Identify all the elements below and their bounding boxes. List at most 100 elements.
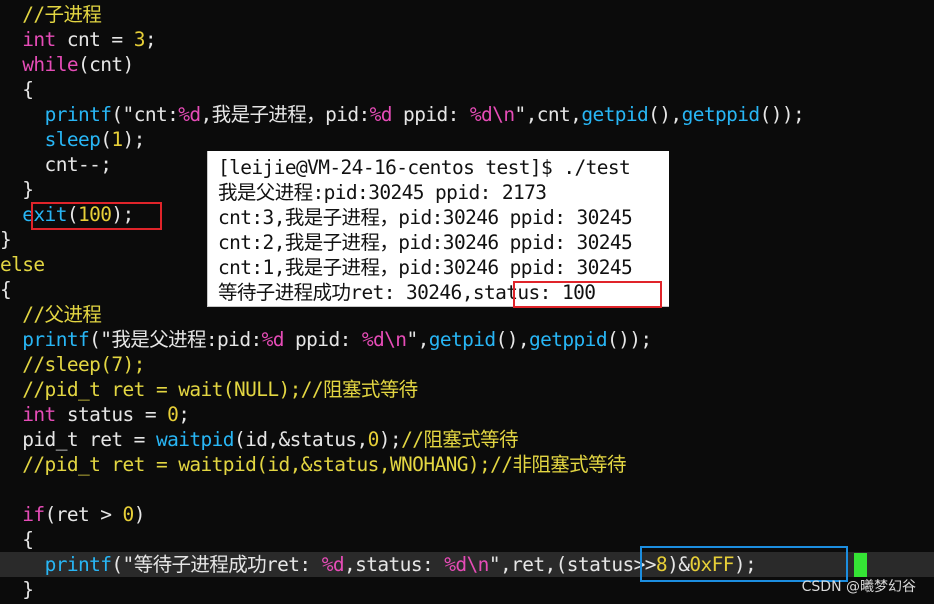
format-spec: %d — [178, 103, 201, 126]
code-line: while(cnt) — [0, 52, 134, 77]
text-cursor — [854, 553, 867, 577]
code-line: { — [0, 277, 12, 302]
function-printf: printf — [44, 103, 112, 126]
code-line: printf("我是父进程:pid:%d ppid: %d\n",getpid(… — [0, 327, 652, 352]
code-line: } — [0, 227, 12, 252]
terminal-line: cnt:3,我是子进程，pid:30246 ppid: 30245 — [218, 206, 633, 229]
code-text: (), — [495, 328, 530, 351]
code-text: ) — [133, 503, 146, 526]
code-text: cnt = — [55, 28, 134, 51]
number-literal: 3 — [133, 28, 146, 51]
code-text: cnt--; — [0, 153, 112, 176]
code-text: { — [0, 278, 12, 301]
code-line: printf("cnt:%d,我是子进程，pid:%d ppid: %d\n",… — [0, 102, 805, 127]
number-literal: 1 — [111, 128, 123, 151]
string-text: ,status: — [343, 553, 445, 576]
string-text: cnt: — [133, 103, 179, 126]
code-line: pid_t ret = waitpid(id,&status,0);//阻塞式等… — [0, 427, 518, 452]
comment-text: //阻塞式等待 — [401, 428, 518, 451]
code-line: sleep(1); — [0, 127, 146, 152]
string-text: ,我是子进程，pid: — [200, 103, 371, 126]
code-text: { — [0, 78, 34, 101]
string-text: ppid: — [283, 328, 362, 351]
code-text: ( — [100, 128, 112, 151]
code-text: (" — [111, 553, 134, 576]
code-text: ; — [144, 28, 157, 51]
code-text: (cnt) — [77, 53, 134, 76]
code-text: (), — [648, 103, 682, 126]
comment-text: //pid_t ret = waitpid(id,&status,WNOHANG… — [0, 453, 626, 476]
format-spec: %d — [321, 553, 345, 576]
code-text: status = — [55, 403, 168, 426]
code-text: ",ret, — [488, 553, 556, 576]
code-line: //子进程 — [0, 2, 102, 27]
function-printf: printf — [44, 553, 112, 576]
code-line: } — [0, 577, 34, 602]
code-line: int cnt = 3; — [0, 27, 156, 52]
code-line: { — [0, 527, 34, 552]
string-text: 我是父进程:pid: — [111, 328, 262, 351]
keyword-while: while — [22, 53, 78, 76]
highlight-box-status-output — [513, 281, 662, 308]
terminal-text: 等待子进程成功ret: 30246, — [218, 281, 473, 304]
code-line: { — [0, 77, 34, 102]
code-text: (" — [89, 328, 112, 351]
code-text: ", — [406, 328, 429, 351]
keyword-if: if — [22, 503, 45, 526]
code-text: ; — [178, 403, 190, 426]
format-spec: %d\n — [469, 103, 515, 126]
comment-text: //父进程 — [0, 303, 102, 326]
code-line: //pid_t ret = wait(NULL);//阻塞式等待 — [0, 377, 418, 402]
terminal-line: 我是父进程:pid:30245 ppid: 2173 — [218, 181, 547, 204]
number-literal: 0 — [167, 403, 179, 426]
code-line: } — [0, 177, 34, 202]
code-text: ",cnt, — [514, 103, 582, 126]
format-spec: %d — [369, 103, 393, 126]
terminal-line: [leijie@VM-24-16-centos test]$ ./test — [218, 156, 631, 179]
function-getpid: getpid — [581, 103, 649, 126]
code-line: //pid_t ret = waitpid(id,&status,WNOHANG… — [0, 452, 626, 477]
code-line: //sleep(7); — [0, 352, 145, 377]
format-spec: %d\n — [444, 553, 489, 576]
string-text: 等待子进程成功ret: — [133, 553, 322, 576]
terminal-line: cnt:2,我是子进程，pid:30246 ppid: 30245 — [218, 231, 633, 254]
string-text: ppid: — [391, 103, 470, 126]
format-spec: %d\n — [361, 328, 407, 351]
code-line: //父进程 — [0, 302, 102, 327]
watermark: CSDN @曦梦幻谷 — [801, 579, 916, 595]
code-text: (id,&status, — [233, 428, 368, 451]
keyword-int: int — [22, 403, 56, 426]
terminal-line: cnt:1,我是子进程，pid:30246 ppid: 30245 — [218, 256, 633, 279]
code-text: ()); — [606, 328, 652, 351]
number-literal: 0 — [122, 503, 135, 526]
code-text: (ret > — [44, 503, 123, 526]
comment-text: //sleep(7); — [0, 353, 145, 376]
code-text: } — [0, 178, 34, 201]
format-spec: %d — [261, 328, 285, 351]
keyword-else: else — [0, 253, 45, 276]
code-text: } — [0, 578, 34, 601]
code-text: (" — [111, 103, 134, 126]
highlight-box-exit — [31, 202, 162, 230]
number-literal: 0 — [367, 428, 380, 451]
code-line: cnt--; — [0, 152, 112, 177]
comment-text: //子进程 — [0, 3, 102, 26]
code-text: ()); — [759, 103, 805, 126]
code-text: ); — [378, 428, 402, 451]
keyword-int: int — [22, 28, 56, 51]
code-line: int status = 0; — [0, 402, 190, 427]
code-text: ); — [122, 128, 146, 151]
code-line: if(ret > 0) — [0, 502, 145, 527]
function-sleep: sleep — [44, 128, 101, 151]
comment-text: //pid_t ret = wait(NULL);//阻塞式等待 — [0, 378, 418, 401]
code-text: { — [0, 528, 34, 551]
function-getppid: getppid — [528, 328, 608, 351]
